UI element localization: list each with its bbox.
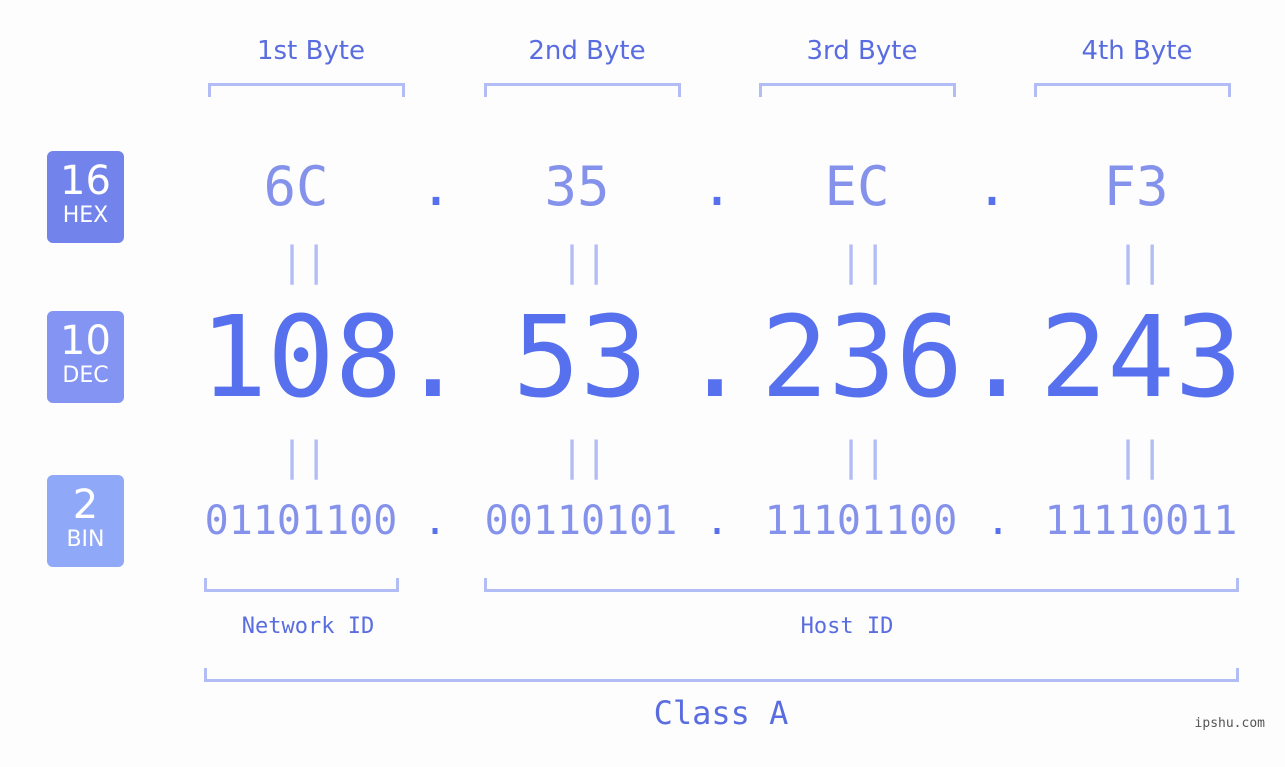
watermark: ipshu.com <box>1194 716 1265 731</box>
equals-sign: || <box>280 434 329 480</box>
network-id-bracket <box>204 578 399 592</box>
dec-value-4: 243 <box>1039 293 1243 423</box>
host-id-label: Host ID <box>800 614 894 639</box>
bin-value-2: 00110101 <box>484 498 678 544</box>
hex-value-2: 35 <box>544 155 610 218</box>
byte-header-2: 2nd Byte <box>528 36 646 66</box>
equals-sign: || <box>1116 434 1165 480</box>
bin-separator: . <box>422 498 448 544</box>
dec-badge: 10 DEC <box>47 311 124 403</box>
equals-sign: || <box>839 239 888 285</box>
class-bracket <box>204 668 1239 682</box>
dec-value-2: 53 <box>512 293 648 423</box>
network-id-label: Network ID <box>241 614 375 639</box>
equals-sign: || <box>280 239 329 285</box>
host-id-bracket <box>484 578 1239 592</box>
byte-header-3: 3rd Byte <box>806 36 918 66</box>
byte-bracket-3 <box>759 83 956 97</box>
bin-value-1: 01101100 <box>204 498 398 544</box>
class-label: Class A <box>653 694 789 732</box>
byte-header-1: 1st Byte <box>257 36 365 66</box>
equals-sign: || <box>839 434 888 480</box>
hex-separator: . <box>975 155 1009 218</box>
bin-badge-number: 2 <box>72 482 99 528</box>
hex-badge-label: HEX <box>62 203 109 228</box>
byte-bracket-4 <box>1034 83 1231 97</box>
bin-badge: 2 BIN <box>47 475 124 567</box>
hex-value-3: EC <box>824 155 890 218</box>
hex-badge-number: 16 <box>60 158 111 204</box>
equals-sign: || <box>560 434 609 480</box>
bin-badge-label: BIN <box>66 527 105 552</box>
dec-value-1: 108 <box>199 293 403 423</box>
equals-sign: || <box>1116 239 1165 285</box>
bin-value-4: 11110011 <box>1044 498 1238 544</box>
byte-bracket-1 <box>208 83 405 97</box>
hex-value-1: 6C <box>263 155 329 218</box>
hex-separator: . <box>700 155 734 218</box>
hex-separator: . <box>419 155 453 218</box>
dec-value-3: 236 <box>760 293 964 423</box>
hex-value-4: F3 <box>1103 155 1169 218</box>
byte-bracket-2 <box>484 83 681 97</box>
dec-badge-number: 10 <box>60 318 111 364</box>
equals-sign: || <box>560 239 609 285</box>
bin-value-3: 11101100 <box>764 498 958 544</box>
byte-header-4: 4th Byte <box>1081 36 1193 66</box>
dec-badge-label: DEC <box>62 363 109 388</box>
hex-badge: 16 HEX <box>47 151 124 243</box>
